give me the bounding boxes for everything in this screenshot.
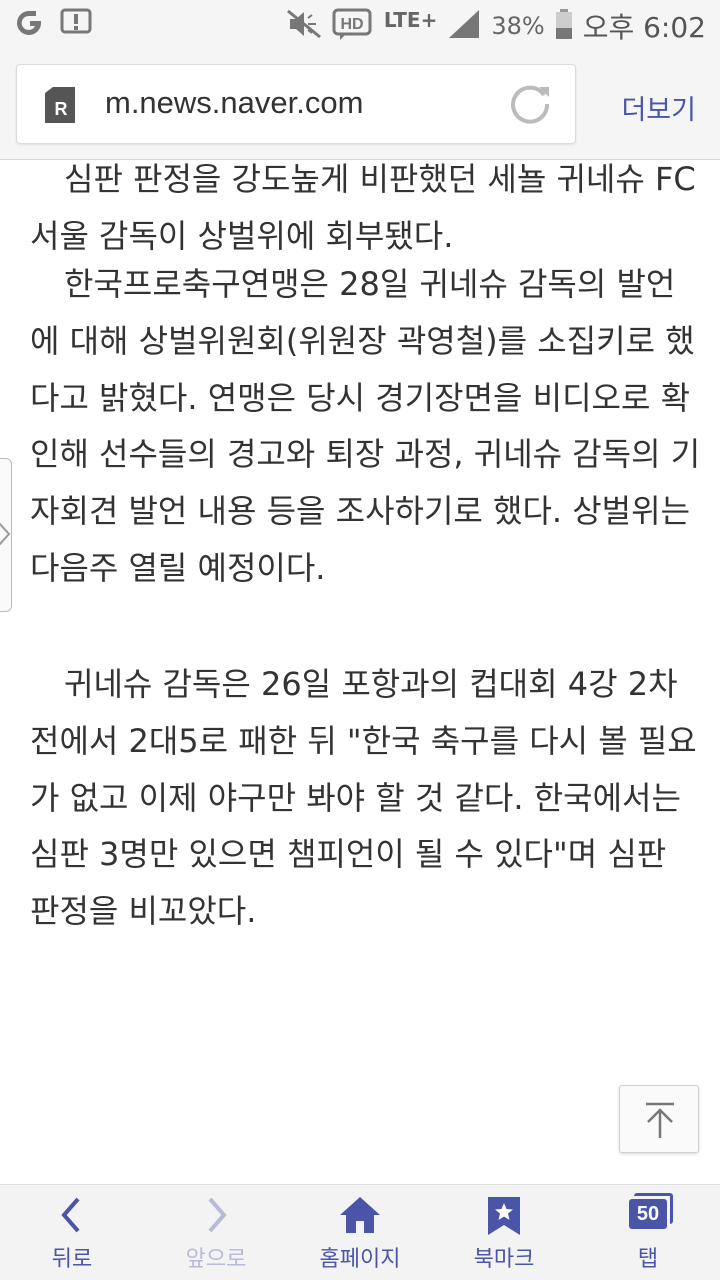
battery-percent: 38%	[491, 12, 545, 40]
home-icon	[340, 1197, 380, 1233]
side-panel-handle[interactable]	[0, 458, 12, 612]
back-label: 뒤로	[51, 1247, 93, 1272]
status-bar: HD LTE+ 38% 오후 6:02	[0, 0, 720, 50]
chevron-right-icon	[208, 1197, 227, 1233]
url-text[interactable]: m.news.naver.com	[105, 85, 363, 121]
scroll-to-top-button[interactable]	[619, 1085, 699, 1153]
chevron-left-icon	[61, 1197, 80, 1233]
back-button[interactable]: 뒤로	[0, 1185, 144, 1280]
battery-icon	[555, 8, 573, 44]
mute-icon	[286, 9, 322, 43]
address-bar[interactable]: R m.news.naver.com	[16, 64, 576, 144]
hd-icon: HD	[332, 7, 374, 45]
browser-toolbar: R m.news.naver.com 더보기	[0, 50, 720, 160]
signal-icon	[447, 8, 481, 44]
bookmark-icon	[488, 1197, 520, 1235]
bookmark-label: 북마크	[473, 1247, 535, 1272]
clock: 오후 6:02	[582, 11, 706, 44]
chevron-right-icon	[0, 522, 11, 546]
reader-mode-icon[interactable]: R	[43, 85, 77, 125]
article-paragraph: 한국프로축구연맹은 28일 귀네슈 감독의 발언에 대해 상벌위원회(위원장 곽…	[30, 265, 701, 587]
forward-label: 앞으로	[185, 1247, 247, 1272]
svg-text:R: R	[55, 99, 68, 119]
circle-g-icon	[14, 8, 44, 42]
article-paragraph: 귀네슈 감독은 26일 포항과의 컵대회 4강 2차전에서 2대5로 패한 뒤 …	[30, 665, 697, 931]
network-type: LTE+	[383, 8, 438, 32]
tab-count-badge: 50	[629, 1193, 673, 1229]
alert-icon	[60, 8, 92, 42]
bookmark-button[interactable]: 북마크	[432, 1185, 576, 1280]
tabs-label: 탭	[637, 1247, 659, 1272]
article-paragraph: 심판 판정을 강도높게 비판했던 세뇰 귀네슈 FC서울 감독이 상벌위에 회부…	[30, 160, 696, 255]
tabs-button[interactable]: 50 탭	[576, 1185, 720, 1280]
reload-icon[interactable]	[507, 81, 553, 127]
svg-text:HD: HD	[340, 16, 363, 33]
home-button[interactable]: 홈페이지	[288, 1185, 432, 1280]
more-button[interactable]: 더보기	[621, 88, 696, 127]
bottom-navigation: 뒤로 앞으로 홈페이지 북마크 50 탭	[0, 1184, 720, 1280]
home-label: 홈페이지	[319, 1247, 401, 1272]
article-body: 심판 판정을 강도높게 비판했던 세뇰 귀네슈 FC서울 감독이 상벌위에 회부…	[0, 160, 720, 1184]
forward-button[interactable]: 앞으로	[144, 1185, 288, 1280]
arrow-up-icon	[646, 1102, 674, 1138]
